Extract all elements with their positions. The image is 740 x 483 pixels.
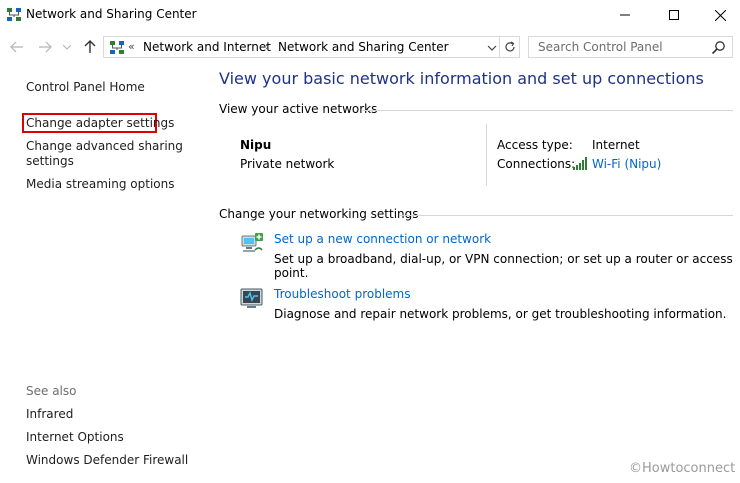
up-arrow-icon [84, 40, 96, 53]
troubleshoot-problems-link[interactable]: Troubleshoot problems [274, 287, 410, 301]
change-adapter-settings-link[interactable]: Change adapter settings [26, 116, 174, 131]
breadcrumb-network-and-sharing-center[interactable]: Network and Sharing Center [278, 40, 449, 54]
setup-new-connection-description: Set up a broadband, dial-up, or VPN conn… [274, 252, 733, 280]
address-dropdown-icon[interactable] [486, 41, 498, 55]
search-icon[interactable] [711, 40, 726, 55]
refresh-button[interactable] [500, 36, 520, 58]
watermark: ©Howtoconnect [629, 461, 736, 476]
recent-locations-button[interactable] [61, 38, 73, 56]
minimize-button[interactable] [602, 0, 648, 30]
change-advanced-sharing-link-line1[interactable]: Change advanced sharing [26, 139, 183, 154]
divider [400, 215, 733, 216]
forward-button[interactable] [36, 38, 54, 56]
see-also-internet-options-link[interactable]: Internet Options [26, 430, 124, 445]
back-button[interactable] [8, 38, 26, 56]
connections-label: Connections: [497, 157, 576, 171]
page-title: View your basic network information and … [219, 69, 704, 88]
search-box[interactable]: Search Control Panel [528, 36, 733, 58]
maximize-icon [669, 10, 679, 20]
navigation-bar: « Network and Internet › Network and Sha… [0, 34, 740, 60]
access-type-value: Internet [592, 138, 640, 152]
breadcrumb-network-and-internet[interactable]: Network and Internet [143, 40, 271, 54]
maximize-button[interactable] [651, 0, 697, 30]
active-networks-header: View your active networks [219, 102, 378, 116]
close-icon [714, 9, 726, 21]
access-type-label: Access type: [497, 138, 573, 152]
network-name: Nipu [240, 138, 272, 152]
chevron-down-icon [63, 44, 71, 50]
media-streaming-options-link[interactable]: Media streaming options [26, 177, 174, 192]
overflow-chevron[interactable]: « [128, 40, 135, 53]
new-connection-icon [241, 233, 263, 252]
network-center-icon [7, 8, 21, 21]
close-button[interactable] [697, 0, 740, 30]
setup-new-connection-link[interactable]: Set up a new connection or network [274, 232, 491, 246]
network-profile-type[interactable]: Private network [240, 157, 334, 171]
change-advanced-sharing-link-line2[interactable]: settings [26, 154, 74, 169]
breadcrumb-separator[interactable]: › [265, 40, 269, 53]
see-also-infrared-link[interactable]: Infrared [26, 407, 73, 422]
wifi-signal-icon [573, 157, 587, 170]
troubleshoot-icon [240, 288, 263, 308]
network-center-icon [110, 41, 124, 54]
networking-settings-header: Change your networking settings [219, 207, 419, 221]
forward-arrow-icon [39, 41, 52, 53]
minimize-icon [620, 14, 630, 16]
divider [363, 110, 733, 111]
refresh-icon [504, 41, 515, 52]
title-bar: Network and Sharing Center [0, 0, 740, 30]
up-button[interactable] [81, 38, 99, 56]
address-bar[interactable]: « Network and Internet › Network and Sha… [103, 36, 500, 58]
control-panel-home-link[interactable]: Control Panel Home [26, 80, 145, 95]
search-placeholder[interactable]: Search Control Panel [538, 40, 663, 54]
window-title: Network and Sharing Center [26, 7, 197, 21]
see-also-firewall-link[interactable]: Windows Defender Firewall [26, 453, 188, 468]
back-arrow-icon [10, 41, 23, 53]
troubleshoot-problems-description: Diagnose and repair network problems, or… [274, 307, 727, 321]
see-also-heading: See also [26, 384, 77, 398]
vertical-divider [486, 124, 487, 186]
wifi-connection-link[interactable]: Wi-Fi (Nipu) [592, 157, 661, 171]
